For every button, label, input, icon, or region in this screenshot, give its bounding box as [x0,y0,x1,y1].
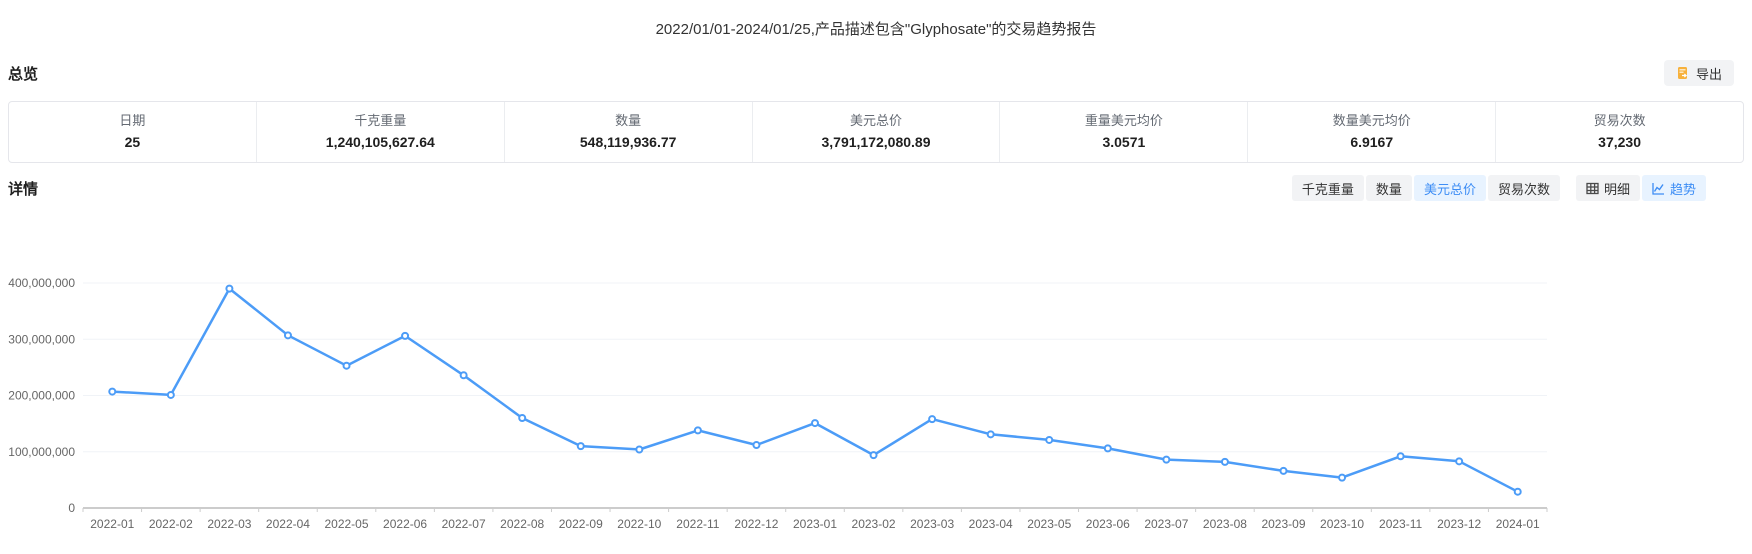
svg-text:2022-07: 2022-07 [442,517,486,531]
export-button-label: 导出 [1696,64,1722,83]
svg-text:2023-09: 2023-09 [1261,517,1305,531]
stat-label: 美元总价 [850,112,902,130]
stat-value: 3.0571 [1102,132,1145,152]
svg-text:2022-01: 2022-01 [90,517,134,531]
svg-text:2024-01: 2024-01 [1496,517,1540,531]
svg-text:2022-03: 2022-03 [207,517,251,531]
svg-text:0: 0 [68,501,75,515]
trend-chart: 0 100,000,000 200,000,000 300,000,000 400,00… [0,205,1752,550]
overview-heading: 总览 [8,63,38,84]
svg-text:2022-12: 2022-12 [734,517,778,531]
overview-stat-1: 千克重量 1,240,105,627.64 [257,102,505,162]
svg-text:2023-12: 2023-12 [1437,517,1481,531]
svg-text:2023-11: 2023-11 [1379,517,1422,531]
metric-tab-1[interactable]: 数量 [1366,175,1412,201]
trend-icon [1652,182,1665,195]
view-tab-0[interactable]: 明细 [1576,175,1640,201]
overview-stat-6: 贸易次数 37,230 [1496,102,1743,162]
page-title: 2022/01/01-2024/01/25,产品描述包含"Glyphosate"… [0,0,1752,39]
tab-label: 趋势 [1670,179,1696,198]
tab-label: 千克重量 [1302,179,1354,198]
svg-text:2022-05: 2022-05 [324,517,368,531]
stat-value: 6.9167 [1350,132,1393,152]
export-button[interactable]: 导出 [1664,60,1734,86]
svg-text:100,000,000: 100,000,000 [8,445,75,459]
svg-text:2023-02: 2023-02 [852,517,896,531]
stat-label: 数量 [615,112,641,130]
details-heading: 详情 [8,178,38,199]
overview-stat-3: 美元总价 3,791,172,080.89 [753,102,1001,162]
svg-text:400,000,000: 400,000,000 [8,276,75,290]
stat-value: 1,240,105,627.64 [326,132,435,152]
svg-text:2022-08: 2022-08 [500,517,544,531]
stat-label: 千克重量 [354,112,406,130]
svg-text:2023-08: 2023-08 [1203,517,1247,531]
trend-line-chart-svg: 0 100,000,000 200,000,000 300,000,000 400,00… [0,205,1752,545]
svg-text:2022-04: 2022-04 [266,517,310,531]
overview-header-row: 总览 导出 [0,59,1752,87]
svg-text:300,000,000: 300,000,000 [8,332,75,346]
svg-text:200,000,000: 200,000,000 [8,389,75,403]
svg-text:2022-10: 2022-10 [617,517,661,531]
svg-text:2023-03: 2023-03 [910,517,954,531]
svg-text:2023-01: 2023-01 [793,517,837,531]
export-icon [1676,66,1690,80]
overview-stat-4: 重量美元均价 3.0571 [1000,102,1248,162]
svg-text:2022-11: 2022-11 [676,517,719,531]
stat-value: 548,119,936.77 [580,132,677,152]
svg-text:2022-06: 2022-06 [383,517,427,531]
svg-text:2023-10: 2023-10 [1320,517,1364,531]
details-toolbar: 千克重量 数量 美元总价 贸易次数 明细 趋势 [1292,175,1706,201]
svg-text:2023-04: 2023-04 [969,517,1013,531]
stat-value: 3,791,172,080.89 [822,132,931,152]
svg-text:2023-07: 2023-07 [1144,517,1188,531]
metric-tab-0[interactable]: 千克重量 [1292,175,1364,201]
overview-stats-panel: 日期 25 千克重量 1,240,105,627.64 数量 548,119,936.77… [8,101,1744,163]
tab-label: 贸易次数 [1498,179,1550,198]
svg-text:2022-02: 2022-02 [149,517,193,531]
stat-label: 贸易次数 [1594,112,1646,130]
metric-tab-group: 千克重量 数量 美元总价 贸易次数 [1292,175,1560,201]
svg-text:2022-09: 2022-09 [559,517,603,531]
overview-stat-2: 数量 548,119,936.77 [505,102,753,162]
tab-label: 明细 [1604,179,1630,198]
overview-stat-0: 日期 25 [9,102,257,162]
stat-label: 数量美元均价 [1333,112,1411,130]
view-tab-group: 明细 趋势 [1576,175,1706,201]
table-icon [1586,182,1599,195]
svg-text:2023-05: 2023-05 [1027,517,1071,531]
stat-value: 25 [125,132,141,152]
tab-label: 数量 [1376,179,1402,198]
view-tab-1[interactable]: 趋势 [1642,175,1706,201]
trade-trend-report-page: 2022/01/01-2024/01/25,产品描述包含"Glyphosate"… [0,0,1752,554]
details-header-row: 详情 千克重量 数量 美元总价 贸易次数 明细 趋势 [0,175,1752,201]
svg-text:2023-06: 2023-06 [1086,517,1130,531]
stat-label: 日期 [119,112,145,130]
stat-label: 重量美元均价 [1085,112,1163,130]
tab-label: 美元总价 [1424,179,1476,198]
overview-stat-5: 数量美元均价 6.9167 [1248,102,1496,162]
metric-tab-2[interactable]: 美元总价 [1414,175,1486,201]
stat-value: 37,230 [1598,132,1641,152]
metric-tab-3[interactable]: 贸易次数 [1488,175,1560,201]
